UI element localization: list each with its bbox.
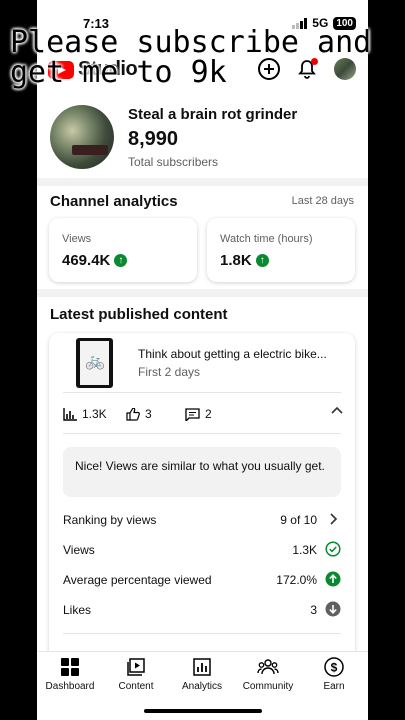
channel-name: Steal a brain rot grinder	[128, 106, 298, 123]
arrow-up-circle-icon	[325, 571, 341, 587]
insight-box: Nice! Views are similar to what you usua…	[63, 447, 341, 497]
content-icon	[127, 658, 145, 676]
check-circle-icon	[325, 541, 341, 557]
nav-analytics[interactable]: Analytics	[169, 656, 235, 692]
avg-percentage-label: Average percentage viewed	[63, 573, 212, 587]
views-row-label: Views	[63, 543, 95, 557]
views-card-value: 469.4K	[62, 252, 111, 269]
section-divider	[37, 289, 368, 297]
channel-avatar[interactable]	[50, 105, 114, 169]
analytics-period[interactable]: Last 28 days	[292, 195, 354, 207]
latest-content-title: Latest published content	[50, 306, 228, 323]
card-divider	[63, 633, 341, 634]
notification-dot	[311, 58, 318, 65]
studio-logo[interactable]: Studio	[48, 58, 138, 81]
card-divider	[63, 392, 341, 393]
likes-row: Likes 3	[63, 601, 341, 621]
nav-earn[interactable]: $ Earn	[301, 656, 367, 692]
account-avatar[interactable]	[334, 58, 356, 80]
section-divider	[37, 178, 368, 186]
earn-icon: $	[324, 657, 344, 677]
latest-content-card: 🚲 Think about getting a electric bike...…	[49, 333, 355, 663]
views-stat: 1.3K	[63, 407, 107, 421]
likes-stat: 3	[126, 407, 152, 421]
chevron-right-icon	[330, 513, 338, 525]
insight-text: Nice! Views are similar to what you usua…	[75, 459, 325, 473]
video-title[interactable]: Think about getting a electric bike...	[138, 347, 343, 361]
views-row-value: 1.3K	[292, 543, 317, 557]
subscriber-count: 8,990	[128, 128, 179, 150]
watch-time-card[interactable]: Watch time (hours) 1.8K ↑	[207, 218, 355, 282]
nav-analytics-label: Analytics	[181, 681, 222, 692]
watch-time-card-label: Watch time (hours)	[220, 233, 313, 245]
nav-earn-label: Earn	[323, 681, 345, 692]
battery-icon: 100	[333, 16, 356, 30]
status-bar: 7:13 5G 100	[37, 16, 368, 34]
avg-percentage-value: 172.0%	[276, 573, 317, 587]
svg-text:$: $	[331, 661, 338, 675]
nav-dashboard[interactable]: Dashboard	[37, 656, 103, 692]
nav-dashboard-label: Dashboard	[45, 681, 95, 692]
ranking-row[interactable]: Ranking by views 9 of 10	[63, 511, 341, 531]
card-divider	[63, 433, 341, 434]
nav-content[interactable]: Content	[103, 656, 169, 692]
youtube-logo-icon	[48, 60, 74, 79]
status-time: 7:13	[83, 16, 110, 31]
nav-community[interactable]: Community	[235, 656, 301, 692]
chevron-up-icon[interactable]	[331, 405, 343, 417]
signal-icon	[292, 17, 308, 29]
comments-stat: 2	[185, 407, 212, 421]
nav-community-label: Community	[242, 681, 294, 692]
create-icon[interactable]	[258, 58, 280, 80]
trend-up-icon: ↑	[255, 254, 269, 267]
community-icon	[257, 659, 279, 675]
notifications-bell-icon[interactable]	[298, 58, 318, 79]
views-card-label: Views	[62, 233, 92, 245]
views-row: Views 1.3K	[63, 541, 341, 561]
analytics-title: Channel analytics	[50, 193, 178, 210]
phone-screen: 7:13 5G 100 Studio Steal a brain rot gri…	[37, 0, 368, 720]
bar-chart-icon	[63, 407, 77, 421]
likes-stat-value: 3	[145, 407, 152, 421]
subscriber-label: Total subscribers	[128, 155, 219, 169]
studio-logo-text: Studio	[78, 58, 138, 80]
avg-percentage-row: Average percentage viewed 172.0%	[63, 571, 341, 591]
trend-up-icon: ↑	[114, 254, 128, 267]
comment-icon	[185, 407, 200, 421]
views-stat-value: 1.3K	[82, 407, 107, 421]
video-subtitle: First 2 days	[138, 365, 201, 379]
likes-row-label: Likes	[63, 603, 92, 617]
views-card[interactable]: Views 469.4K ↑	[49, 218, 197, 282]
dashboard-icon	[61, 658, 79, 676]
thumbs-up-icon	[126, 407, 140, 421]
bike-icon: 🚲	[85, 353, 105, 370]
ranking-label: Ranking by views	[63, 513, 157, 527]
arrow-down-circle-icon	[325, 601, 341, 617]
nav-content-label: Content	[118, 681, 154, 692]
network-label: 5G	[312, 16, 329, 30]
ranking-value: 9 of 10	[280, 513, 317, 527]
video-thumbnail[interactable]: 🚲	[76, 338, 113, 388]
likes-row-value: 3	[310, 603, 317, 617]
home-indicator[interactable]	[144, 709, 262, 713]
analytics-icon	[193, 658, 211, 676]
watch-time-card-value: 1.8K	[220, 252, 252, 269]
comments-stat-value: 2	[205, 407, 212, 421]
